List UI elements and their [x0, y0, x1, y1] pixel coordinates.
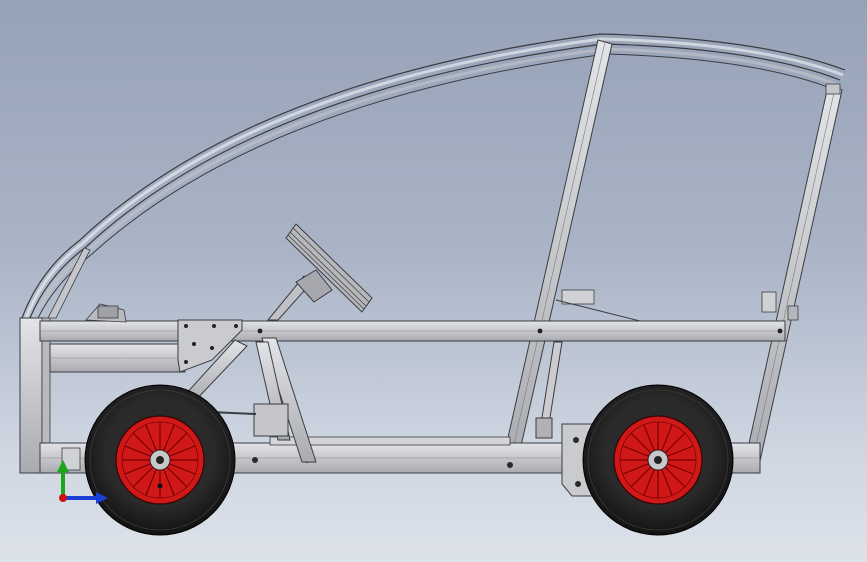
steering-column — [266, 269, 333, 321]
steering-wheel-icon — [285, 223, 373, 313]
front-wheel — [84, 384, 236, 536]
upper-main-rail — [39, 320, 786, 342]
front-pedal-assembly — [85, 303, 127, 323]
seat-mount-bracket — [555, 289, 641, 322]
rear-pillar — [743, 83, 843, 471]
rear-wheel — [582, 384, 734, 536]
roof-canopy — [21, 33, 846, 319]
front-lower-member — [49, 343, 186, 373]
vehicle-frame-model — [19, 33, 846, 536]
middle-pillar — [501, 39, 613, 469]
cad-viewport[interactable] — [0, 0, 867, 562]
